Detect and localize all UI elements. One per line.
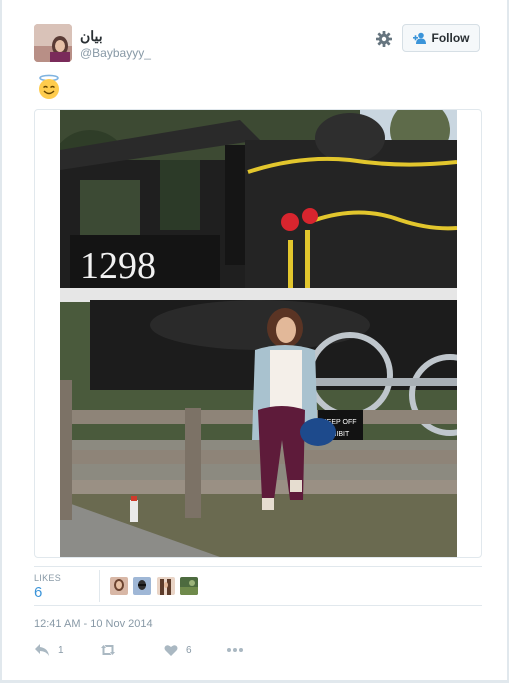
screen-name[interactable]: @Baybayyy_	[80, 46, 151, 60]
reply-icon	[35, 644, 49, 656]
liker-avatar[interactable]	[110, 577, 128, 595]
liker-avatar[interactable]	[180, 577, 198, 595]
gear-icon[interactable]	[375, 30, 393, 48]
follow-label: Follow	[431, 31, 470, 45]
more-icon	[227, 648, 243, 652]
liker-avatar[interactable]	[133, 577, 151, 595]
left-border	[0, 0, 2, 683]
tweet-card: بيان @Baybayyy_ Follow 1298 KEEP OFF LIK…	[0, 0, 509, 683]
likes-count[interactable]: 6	[34, 584, 42, 601]
reply-count: 1	[58, 644, 64, 656]
tweet-photo[interactable]: 1298 KEEP OFF	[60, 110, 457, 557]
tweet-timestamp[interactable]: 12:41 AM - 10 Nov 2014	[34, 618, 153, 630]
follow-button[interactable]: Follow	[402, 24, 480, 52]
stats-divider-vertical	[99, 570, 100, 602]
reply-button[interactable]: 1	[34, 642, 64, 658]
stats-divider-bottom	[34, 605, 482, 606]
svg-text:1298: 1298	[80, 245, 156, 287]
avatar[interactable]	[34, 24, 72, 62]
like-count: 6	[186, 644, 192, 656]
retweet-icon	[101, 645, 115, 655]
like-button[interactable]: 6	[164, 642, 192, 658]
tweet-media[interactable]: 1298 KEEP OFF	[34, 109, 482, 558]
stats-divider-top	[34, 566, 482, 567]
retweet-button[interactable]	[99, 642, 117, 658]
add-user-icon	[412, 32, 426, 44]
liker-avatar[interactable]	[157, 577, 175, 595]
more-button[interactable]	[226, 642, 244, 658]
heart-icon	[164, 644, 178, 656]
smiling-face-with-halo-icon	[36, 74, 62, 100]
display-name[interactable]: بيان	[80, 28, 103, 45]
likes-label: LIKES	[34, 573, 62, 583]
